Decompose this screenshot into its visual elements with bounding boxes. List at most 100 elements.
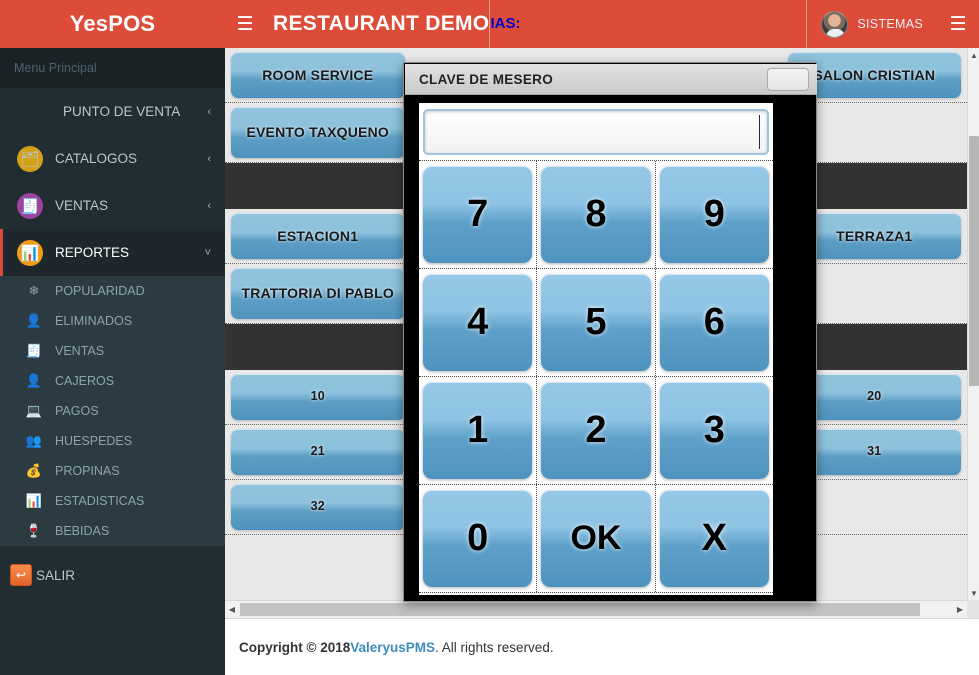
grid-cell: TRATTORIA DI PABLO (225, 264, 411, 323)
keypad-key-0[interactable]: 0 (423, 490, 533, 587)
keypad: 7 8 9 4 5 6 1 2 3 0 OK X (419, 161, 773, 593)
keypad-key-5[interactable]: 5 (541, 274, 651, 371)
brand-logo[interactable]: YesPOS (0, 0, 225, 48)
sidebar-subitem-estadisticas[interactable]: 📊 ESTADISTICAS (0, 486, 225, 516)
keypad-key-7[interactable]: 7 (423, 166, 533, 263)
sidebar-subitem-label: PROPINAS (55, 464, 120, 478)
vertical-scroll-thumb[interactable] (969, 136, 979, 386)
clave-input[interactable] (423, 108, 769, 155)
exit-icon: ↩ (10, 564, 32, 586)
keypad-cell: 2 (537, 377, 656, 484)
clave-mesero-modal: CLAVE DE MESERO 7 8 9 4 5 6 1 2 3 0 OK X (403, 62, 817, 602)
sidebar-subitem-label: CAJEROS (55, 374, 115, 388)
keypad-key-8[interactable]: 8 (541, 166, 651, 263)
modal-title: CLAVE DE MESERO (419, 71, 554, 87)
scroll-left-icon[interactable]: ◀ (225, 601, 239, 618)
menu-toggle-icon[interactable]: ☰ (225, 13, 265, 36)
sidebar-menu-header: Menu Principal (0, 48, 225, 88)
horizontal-scroll-thumb[interactable] (240, 603, 920, 616)
grid-cell: ROOM SERVICE (225, 48, 411, 102)
vertical-scrollbar[interactable]: ▲ ▼ (967, 48, 979, 600)
footer-copyright-suffix: . All rights reserved. (435, 639, 554, 655)
sidebar-item-label: PUNTO DE VENTA (63, 104, 181, 119)
sidebar-subitem-pagos[interactable]: 💻 PAGOS (0, 396, 225, 426)
keypad-key-x[interactable]: X (659, 490, 769, 587)
ventas-icon: 🧾 (17, 192, 43, 219)
sidebar-item-label: CATALOGOS (55, 151, 138, 166)
keypad-key-3[interactable]: 3 (659, 382, 769, 479)
cajeros-icon: 👤 (25, 373, 43, 388)
scroll-down-icon[interactable]: ▼ (968, 586, 979, 600)
sidebar-subitem-label: HUESPEDES (55, 434, 133, 448)
keypad-key-9[interactable]: 9 (659, 166, 769, 263)
sidebar-subitem-propinas[interactable]: 💰 PROPINAS (0, 456, 225, 486)
modal-body: 7 8 9 4 5 6 1 2 3 0 OK X (419, 103, 773, 595)
close-icon[interactable] (767, 67, 809, 91)
chevron-icon: ‹ (207, 152, 211, 165)
chevron-icon: ‹ (207, 199, 211, 212)
sidebar-item-catalogos[interactable]: 🗂 CATALOGOS ‹ (0, 135, 225, 182)
keypad-cell: 7 (419, 161, 538, 268)
sidebar: YesPOS Menu Principal PUNTO DE VENTA ‹ 🗂 CA… (0, 0, 225, 675)
sidebar-subitem-eliminados[interactable]: 👤 ELIMINADOS (0, 306, 225, 336)
keypad-cell: 0 (419, 485, 538, 592)
keypad-key-1[interactable]: 1 (423, 382, 533, 479)
sidebar-subitem-label: POPULARIDAD (55, 284, 145, 298)
eliminados-icon: 👤 (25, 313, 43, 328)
table-button[interactable]: EVENTO TAXQUENO (231, 107, 405, 158)
horizontal-scrollbar[interactable]: ◀ ▶ (225, 600, 967, 618)
header-middle-area: IAS: (490, 0, 806, 48)
sidebar-subitem-label: ESTADISTICAS (55, 494, 145, 508)
table-button[interactable]: 21 (231, 429, 405, 475)
sidebar-nav-list: PUNTO DE VENTA ‹ 🗂 CATALOGOS ‹ 🧾 VENTAS ‹ 📊 REPOR… (0, 88, 225, 276)
table-button[interactable]: ROOM SERVICE (231, 52, 405, 98)
footer: Copyright © 2018 ValeryusPMS. All rights… (225, 618, 979, 675)
sidebar-subitem-label: BEBIDAS (55, 524, 110, 538)
chevron-icon: ‹ (207, 105, 211, 118)
bebidas-icon: 🍷 (25, 523, 43, 538)
sidebar-item-salir[interactable]: ↩ SALIR (0, 556, 225, 594)
sidebar-item-punto-de-venta[interactable]: PUNTO DE VENTA ‹ (0, 88, 225, 135)
chevron-icon: ˅ (204, 246, 211, 259)
keypad-key-2[interactable]: 2 (541, 382, 651, 479)
sidebar-subitem-bebidas[interactable]: 🍷 BEBIDAS (0, 516, 225, 546)
sidebar-subitem-label: ELIMINADOS (55, 314, 133, 328)
keypad-key-ok[interactable]: OK (541, 490, 651, 587)
keypad-cell: OK (537, 485, 656, 592)
app-root: YesPOS Menu Principal PUNTO DE VENTA ‹ 🗂 CA… (0, 0, 979, 675)
table-button[interactable]: TRATTORIA DI PABLO (231, 268, 405, 319)
table-button[interactable]: 10 (231, 374, 405, 420)
top-header: ☰ RESTAURANT DEMO IAS: SISTEMAS ☰ (225, 0, 979, 48)
footer-link[interactable]: ValeryusPMS (350, 640, 435, 655)
sidebar-subitem-label: VENTAS (55, 344, 105, 358)
user-menu[interactable]: SISTEMAS (807, 0, 937, 48)
user-name-label: SISTEMAS (857, 17, 923, 31)
keypad-key-4[interactable]: 4 (423, 274, 533, 371)
header-status-text: IAS: (490, 15, 521, 32)
keypad-cell: 1 (419, 377, 538, 484)
reportes-icon: 📊 (17, 239, 43, 266)
keypad-cell: 4 (419, 269, 538, 376)
footer-copyright-prefix: Copyright © 2018 (239, 639, 351, 655)
sidebar-item-reportes[interactable]: 📊 REPORTES ˅ (0, 229, 225, 276)
scroll-right-icon[interactable]: ▶ (953, 601, 967, 618)
grid-cell: 32 (225, 480, 411, 534)
sidebar-subitem-ventas[interactable]: 🧾 VENTAS (0, 336, 225, 366)
sidebar-subitem-popularidad[interactable]: ❄ POPULARIDAD (0, 276, 225, 306)
popularidad-icon: ❄ (28, 283, 40, 298)
table-button[interactable]: ESTACION1 (231, 213, 405, 259)
catalogos-icon: 🗂 (17, 145, 43, 172)
estadisticas-icon: 📊 (25, 493, 43, 508)
sidebar-item-ventas[interactable]: 🧾 VENTAS ‹ (0, 182, 225, 229)
sidebar-subitem-cajeros[interactable]: 👤 CAJEROS (0, 366, 225, 396)
pagos-icon: 💻 (25, 403, 43, 418)
control-sidebar-toggle-icon[interactable]: ☰ (937, 0, 979, 48)
keypad-key-6[interactable]: 6 (659, 274, 769, 371)
sidebar-subitem-huespedes[interactable]: 👥 HUESPEDES (0, 426, 225, 456)
keypad-cell: 6 (656, 269, 773, 376)
modal-title-bar: CLAVE DE MESERO (405, 64, 817, 95)
keypad-cell: 8 (537, 161, 656, 268)
table-button[interactable]: 32 (231, 484, 405, 530)
grid-cell: 10 (225, 370, 411, 424)
scroll-up-icon[interactable]: ▲ (968, 48, 979, 62)
